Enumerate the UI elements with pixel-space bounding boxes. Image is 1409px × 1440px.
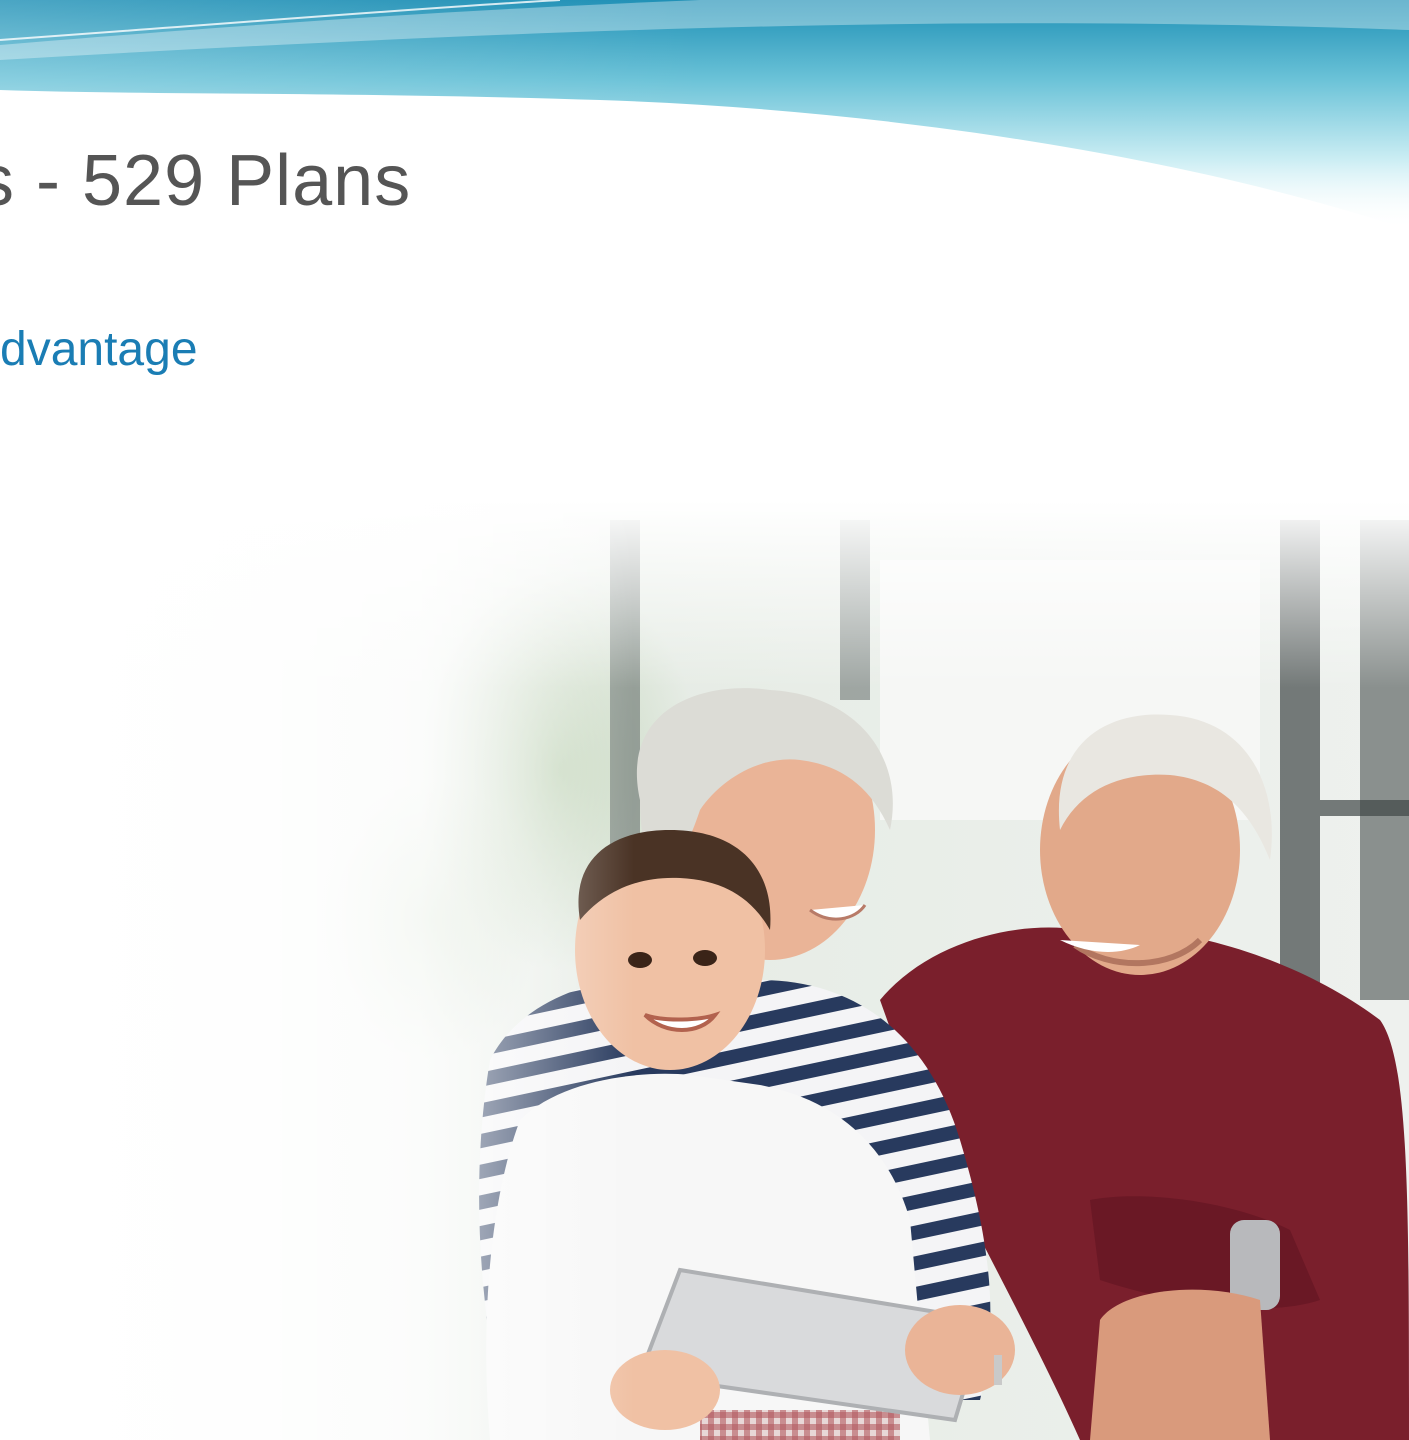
slide-subtitle: dvantage bbox=[0, 323, 198, 376]
family-photo bbox=[0, 500, 1409, 1440]
slide-title: s - 529 Plans bbox=[0, 141, 412, 221]
presentation-slide: s - 529 Plans dvantage bbox=[0, 0, 1409, 1440]
